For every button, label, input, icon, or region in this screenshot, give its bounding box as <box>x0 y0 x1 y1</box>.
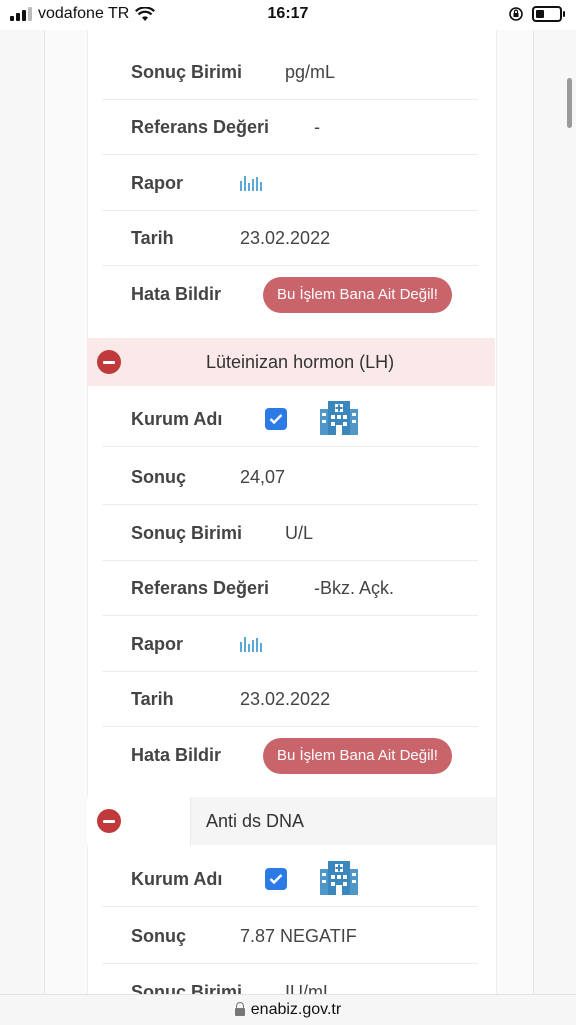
row-value: 24,07 <box>240 466 286 487</box>
row-value: 7.87 NEGATIF <box>240 925 357 946</box>
institution-checkbox[interactable] <box>265 408 287 430</box>
bar-chart-icon[interactable] <box>240 175 264 191</box>
battery-low-icon <box>532 6 565 22</box>
row-label: Referans Değeri <box>131 116 270 137</box>
row-label: Sonuç Birimi <box>131 981 243 995</box>
result-row-report: Rapor <box>102 617 478 672</box>
result-row-institution: Kurum Adı <box>102 392 478 447</box>
row-value: 23.02.2022 <box>240 688 331 709</box>
result-row-unit: Sonuç Birimi IU/mL <box>102 965 478 995</box>
collapse-icon[interactable] <box>97 350 121 374</box>
section-header-lh[interactable]: Lüteinizan hormon (LH) <box>87 338 495 386</box>
row-value: IU/mL <box>285 981 334 995</box>
result-row-institution: Kurum Adı <box>102 852 478 907</box>
row-label: Rapor <box>131 172 184 193</box>
row-label: Kurum Adı <box>131 868 223 889</box>
row-label: Sonuç <box>131 925 187 946</box>
row-value: -Bkz. Açk. <box>314 577 395 598</box>
section-title: Anti ds DNA <box>206 810 305 831</box>
section-title: Lüteinizan hormon (LH) <box>206 351 395 372</box>
row-value: - <box>314 116 320 137</box>
lock-icon <box>234 1002 245 1016</box>
row-label: Rapor <box>131 633 184 654</box>
orientation-lock-icon <box>509 7 523 21</box>
url-text: enabiz.gov.tr <box>250 1001 342 1018</box>
row-label: Tarih <box>131 688 174 709</box>
result-row-reference: Referans Değeri -Bkz. Açk. <box>102 561 478 616</box>
row-label: Hata Bildir <box>131 745 222 765</box>
not-my-record-button[interactable]: Bu İşlem Bana Ait Değil! <box>263 276 452 313</box>
result-row-date: Tarih 23.02.2022 <box>102 211 478 266</box>
result-row-report-error: Hata Bildir Bu İşlem Bana Ait Değil! <box>102 728 478 783</box>
clock: 16:17 <box>267 5 309 22</box>
status-bar: vodafone TR 16:17 <box>0 0 576 30</box>
collapse-icon[interactable] <box>97 809 121 833</box>
scrollbar[interactable] <box>567 78 572 128</box>
hospital-icon[interactable] <box>320 401 358 437</box>
result-row-report-error: Hata Bildir Bu İşlem Bana Ait Değil! <box>102 267 478 322</box>
row-label: Referans Değeri <box>131 577 270 598</box>
row-label: Hata Bildir <box>131 284 222 304</box>
institution-checkbox[interactable] <box>265 868 287 890</box>
result-row-result: Sonuç 24,07 <box>102 450 478 505</box>
section-header-anti-ds-dna[interactable]: Anti ds DNA <box>87 797 496 845</box>
row-label: Sonuç <box>131 466 187 487</box>
row-value: pg/mL <box>285 61 336 82</box>
bar-chart-icon[interactable] <box>240 636 264 652</box>
status-right <box>508 6 565 22</box>
hospital-icon[interactable] <box>320 861 358 897</box>
page-content: Sonuç Birimi pg/mL Referans Değeri - Rap… <box>0 30 576 994</box>
row-label: Kurum Adı <box>131 408 223 429</box>
row-value: U/L <box>285 522 314 543</box>
row-label: Sonuç Birimi <box>131 522 243 543</box>
row-label: Sonuç Birimi <box>131 61 243 82</box>
row-label: Tarih <box>131 227 174 248</box>
result-row-unit: Sonuç Birimi pg/mL <box>102 45 478 100</box>
row-value: 23.02.2022 <box>240 227 331 248</box>
result-row-unit: Sonuç Birimi U/L <box>102 506 478 561</box>
result-row-reference: Referans Değeri - <box>102 100 478 155</box>
not-my-record-button[interactable]: Bu İşlem Bana Ait Değil! <box>263 737 452 774</box>
result-row-date: Tarih 23.02.2022 <box>102 672 478 727</box>
browser-address-bar[interactable]: enabiz.gov.tr <box>0 994 576 1025</box>
result-row-result: Sonuç 7.87 NEGATIF <box>102 909 478 964</box>
result-row-report: Rapor <box>102 156 478 211</box>
